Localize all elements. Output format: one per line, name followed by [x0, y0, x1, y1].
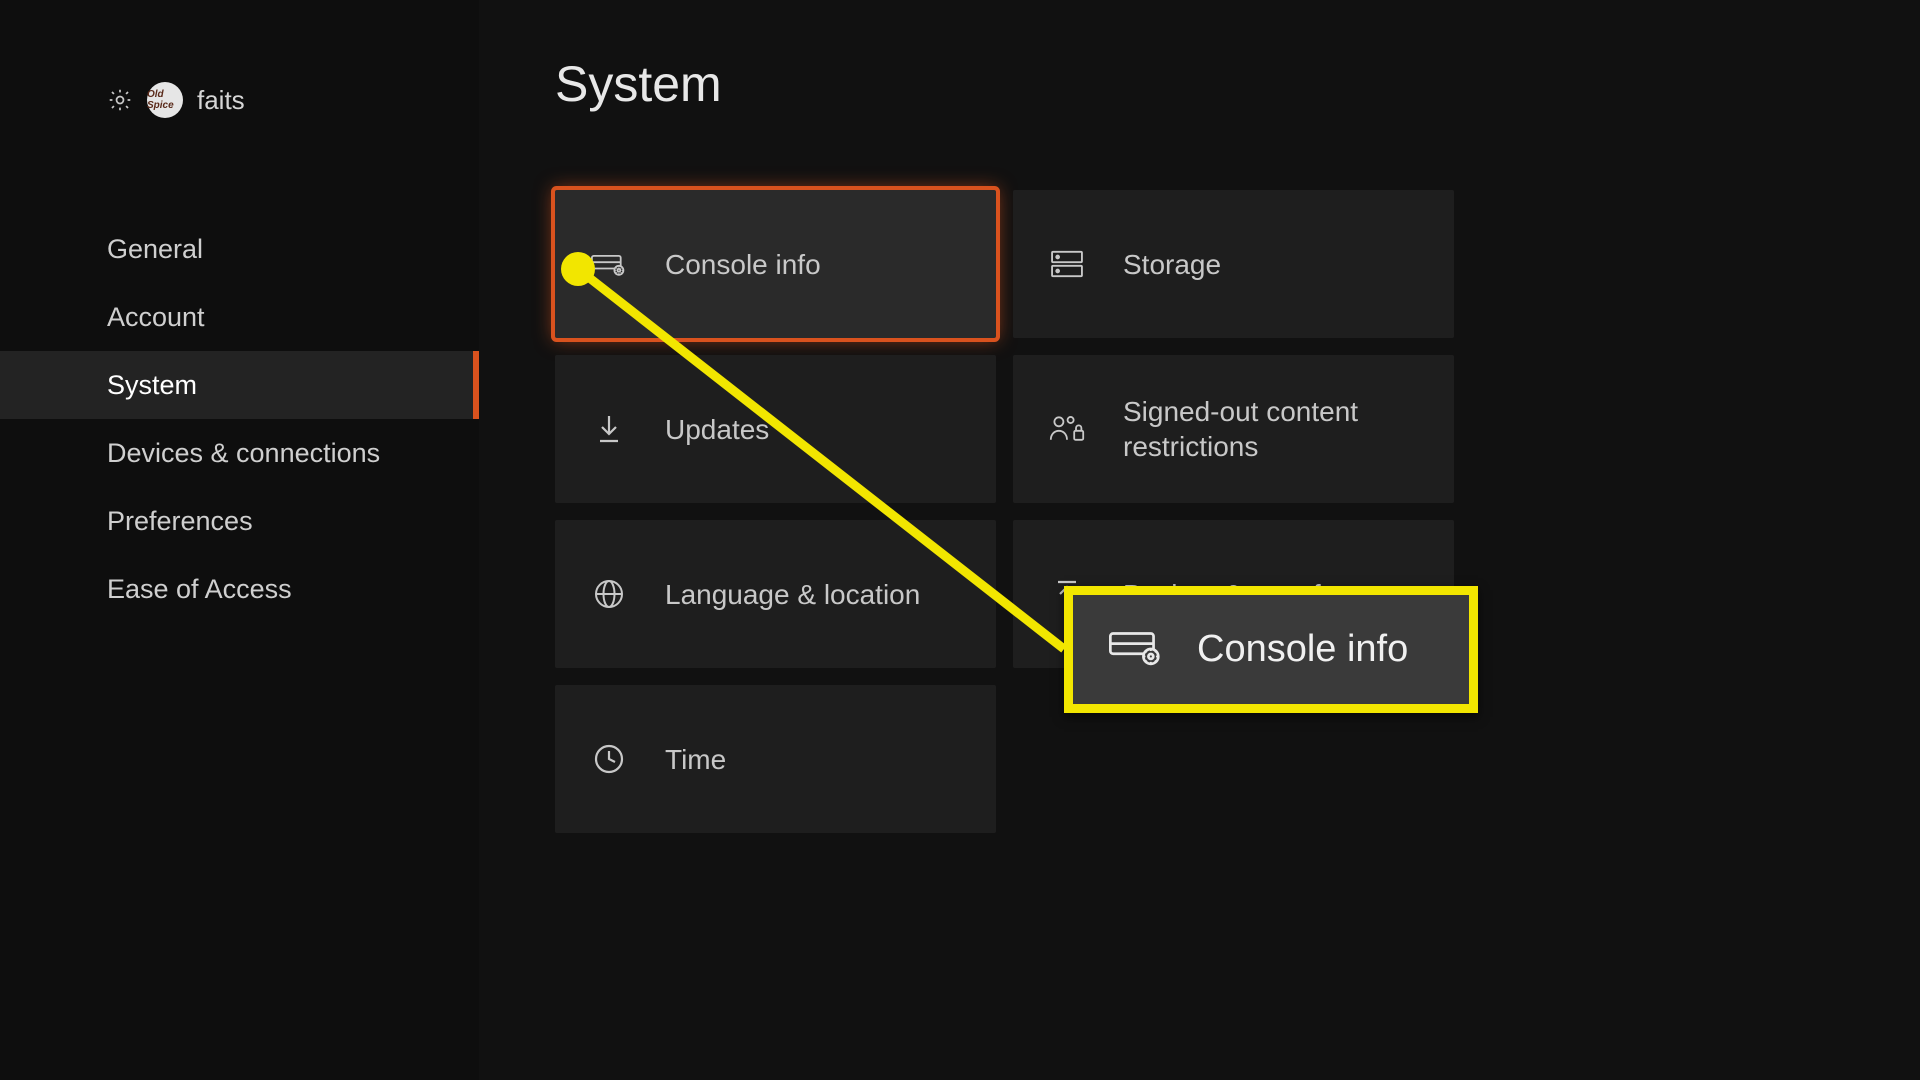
sidebar-item-label: Devices & connections — [107, 438, 380, 469]
download-icon — [591, 411, 627, 447]
sidebar: Old Spice faits General Account System D… — [0, 0, 480, 1080]
tile-language-location[interactable]: Language & location — [555, 520, 996, 668]
people-lock-icon — [1049, 411, 1085, 447]
tile-storage[interactable]: Storage — [1013, 190, 1454, 338]
sidebar-item-ease-of-access[interactable]: Ease of Access — [0, 555, 479, 623]
sidebar-item-system[interactable]: System — [0, 351, 479, 419]
tile-console-info[interactable]: Console info — [555, 190, 996, 338]
globe-icon — [591, 576, 627, 612]
annotation-dot — [561, 252, 595, 286]
avatar: Old Spice — [147, 82, 183, 118]
sidebar-item-general[interactable]: General — [0, 215, 479, 283]
sidebar-item-label: System — [107, 370, 197, 401]
main-panel: System Console info — [480, 0, 1920, 1080]
sidebar-item-label: General — [107, 234, 203, 265]
tile-signed-out-restrictions[interactable]: Signed-out content restrictions — [1013, 355, 1454, 503]
sidebar-item-label: Account — [107, 302, 205, 333]
tile-label: Updates — [665, 412, 769, 447]
page-title: System — [555, 55, 722, 113]
console-info-icon — [1109, 626, 1163, 674]
tile-label: Language & location — [665, 577, 920, 612]
avatar-label: Old Spice — [147, 89, 183, 111]
tile-label: Console info — [665, 247, 821, 282]
tile-label: Signed-out content restrictions — [1123, 394, 1383, 464]
tile-label: Time — [665, 742, 726, 777]
sidebar-item-label: Ease of Access — [107, 574, 292, 605]
sidebar-item-account[interactable]: Account — [0, 283, 479, 351]
annotation-callout: Console info — [1064, 586, 1478, 713]
tile-label: Storage — [1123, 247, 1221, 282]
gear-icon — [107, 87, 133, 113]
tile-time[interactable]: Time — [555, 685, 996, 833]
sidebar-item-label: Preferences — [107, 506, 253, 537]
storage-icon — [1049, 246, 1085, 282]
sidebar-header: Old Spice faits — [107, 82, 245, 118]
callout-label: Console info — [1197, 626, 1408, 674]
sidebar-nav: General Account System Devices & connect… — [0, 215, 479, 623]
clock-icon — [591, 741, 627, 777]
tile-grid: Console info Storage — [555, 190, 1454, 833]
sidebar-item-preferences[interactable]: Preferences — [0, 487, 479, 555]
console-info-icon — [591, 246, 627, 282]
username: faits — [197, 85, 245, 116]
sidebar-item-devices-connections[interactable]: Devices & connections — [0, 419, 479, 487]
tile-updates[interactable]: Updates — [555, 355, 996, 503]
